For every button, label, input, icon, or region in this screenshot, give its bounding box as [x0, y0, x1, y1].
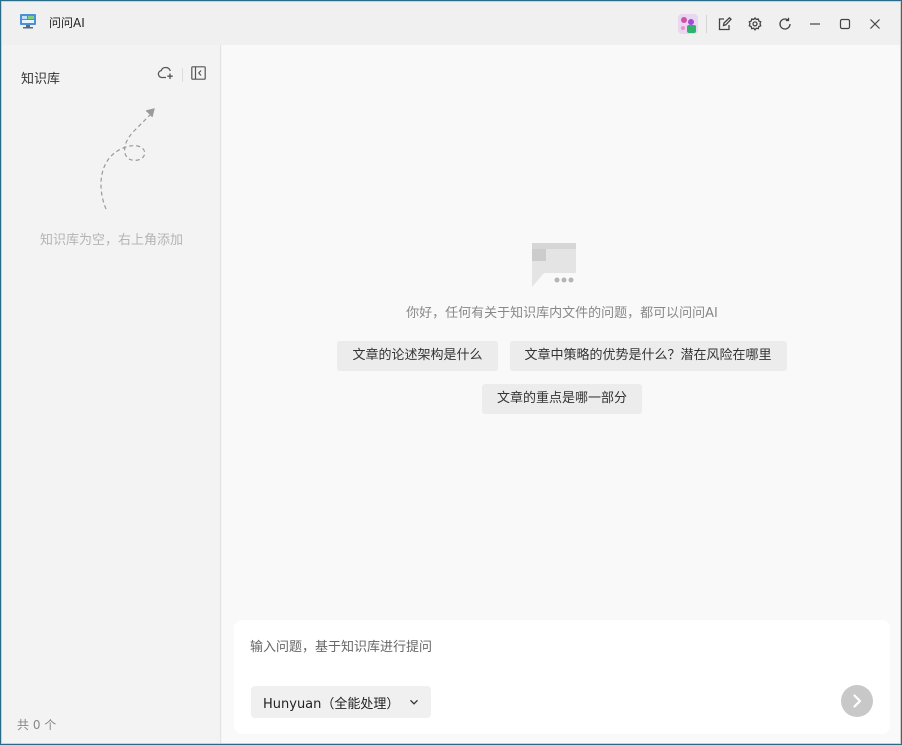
- suggestion-chip[interactable]: 文章中策略的优势是什么？潜在风险在哪里: [509, 341, 787, 371]
- minimize-icon: [810, 22, 820, 25]
- chat-bubble-icon: [530, 243, 576, 291]
- avatar: [678, 13, 698, 34]
- close-icon: [870, 18, 880, 29]
- greeting-text: 你好，任何有关于知识库内文件的问题，都可以问问AI: [406, 306, 718, 321]
- sidebar-empty-text: 知识库为空，右上角添加: [39, 233, 183, 248]
- window-controls: [673, 2, 900, 45]
- chevron-down-icon: [410, 699, 419, 705]
- collapse-sidebar-button[interactable]: [191, 65, 206, 84]
- notes-button[interactable]: [710, 9, 740, 39]
- user-avatar-button[interactable]: [673, 9, 703, 39]
- collapse-panel-icon: [191, 66, 206, 80]
- refresh-icon: [779, 17, 791, 30]
- knowledge-count: 共 0 个: [17, 718, 57, 732]
- refresh-button[interactable]: [770, 9, 800, 39]
- question-input-box: Hunyuan（全能处理）: [234, 620, 890, 734]
- sidebar-actions: [157, 65, 206, 84]
- suggestion-chip[interactable]: 文章的重点是哪一部分: [481, 384, 642, 414]
- maximize-button[interactable]: [830, 9, 860, 39]
- sidebar-actions-divider: [182, 67, 183, 82]
- titlebar-divider: [706, 14, 707, 33]
- dashed-arrow-illustration: [94, 105, 164, 217]
- model-select-value: Hunyuan（全能处理）: [263, 696, 400, 712]
- suggestion-row: 文章的论述架构是什么 文章中策略的优势是什么？潜在风险在哪里: [222, 341, 900, 371]
- add-knowledge-button[interactable]: [157, 65, 174, 84]
- cloud-add-icon: [157, 66, 173, 79]
- app-window: 问问AI 知识库 知识库为空，右上角添加 共 0 个 你好，任何有关于知识库内文…: [1, 1, 901, 744]
- chat-main-panel: 你好，任何有关于知识库内文件的问题，都可以问问AI 文章的论述架构是什么 文章中…: [222, 45, 900, 743]
- minimize-button[interactable]: [800, 9, 830, 39]
- question-input[interactable]: [250, 632, 850, 662]
- send-button[interactable]: [841, 685, 873, 717]
- send-arrow-icon: [853, 694, 862, 708]
- close-button[interactable]: [860, 9, 890, 39]
- suggestion-row: 文章的重点是哪一部分: [222, 384, 900, 414]
- model-select[interactable]: Hunyuan（全能处理）: [251, 686, 432, 718]
- notes-icon: [718, 16, 732, 30]
- settings-button[interactable]: [740, 9, 770, 39]
- maximize-icon: [839, 18, 851, 29]
- sidebar-title: 知识库: [21, 72, 61, 87]
- suggestion-chip[interactable]: 文章的论述架构是什么: [337, 341, 498, 371]
- gear-icon: [748, 16, 762, 31]
- app-logo-icon: [19, 13, 37, 29]
- title-bar: 问问AI: [2, 2, 900, 45]
- knowledge-base-sidebar: 知识库 知识库为空，右上角添加 共 0 个: [2, 45, 221, 743]
- window-title: 问问AI: [49, 16, 85, 30]
